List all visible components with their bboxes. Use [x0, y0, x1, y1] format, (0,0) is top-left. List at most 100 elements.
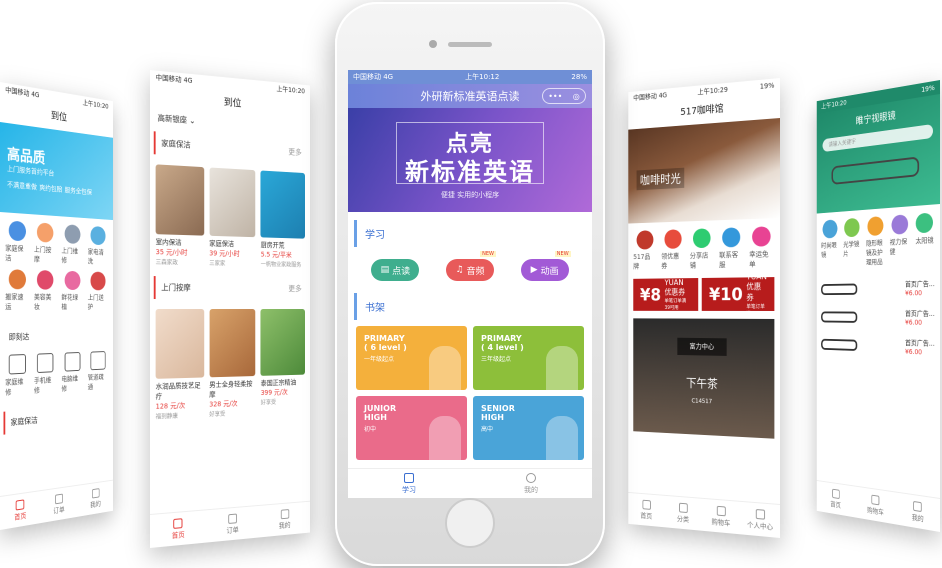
glasses-banner[interactable]: 睢宁视眼镜 请输入关键字	[817, 94, 940, 214]
category-label: 上门维修	[61, 246, 83, 266]
service-photo	[261, 170, 305, 238]
shop-name: 福到静康	[156, 410, 204, 421]
tab-label: 订单	[226, 524, 238, 535]
category-item[interactable]: 家庭保洁	[5, 220, 29, 264]
book-primary-6[interactable]: PRIMARY( 6 level ) 一年级起点	[356, 326, 467, 390]
tab-label: 我的	[524, 485, 538, 495]
more-link[interactable]: 更多	[288, 284, 301, 294]
more-link[interactable]: 更多	[288, 147, 301, 158]
tab-cart[interactable]: 购物车	[855, 487, 896, 525]
tab-home[interactable]: 首页	[628, 493, 664, 527]
service-card[interactable]: 男士全身轻柔按摩 328 元/次 好享受	[209, 309, 255, 418]
quick-label: 手机维修	[34, 375, 57, 396]
category-item[interactable]: 隐形眼镜及护理用品	[866, 216, 885, 267]
service-card[interactable]: 水润品质技艺足疗 128 元/次 福到静康	[156, 309, 204, 421]
tab-bar: 首页 分类 购物车 个人中心	[628, 492, 780, 538]
feature-item[interactable]: 517品牌	[633, 230, 656, 271]
lens-icon	[845, 218, 860, 238]
coffee-banner[interactable]: 咖啡时光	[628, 118, 780, 224]
tab-label: 我的	[90, 499, 101, 510]
banner-tagline: 便捷 实用的小程序	[348, 190, 592, 200]
tab-home[interactable]: 首页	[0, 491, 40, 530]
close-icon[interactable]: ◎	[573, 92, 580, 101]
section-title: 家庭保洁 更多	[154, 131, 307, 164]
feature-item[interactable]: 幸运免单	[749, 226, 774, 269]
category-item[interactable]: 光学镜片	[843, 218, 861, 268]
section-title: 家庭保洁	[4, 403, 111, 435]
service-card[interactable]: 家庭保洁 39 元/小时 三家家	[209, 167, 255, 267]
tab-mine[interactable]: 我的	[78, 481, 113, 517]
more-icon[interactable]: •••	[548, 92, 562, 101]
mini-program-capsule[interactable]: ••• ◎	[542, 88, 586, 104]
product-row[interactable]: 首页广告... ¥6.00	[817, 303, 940, 333]
frame-image	[821, 339, 857, 351]
hero-banner[interactable]: 点亮 新标准英语 便捷 实用的小程序	[348, 108, 592, 212]
service-card[interactable]: 室内保洁 35 元/小时 三森家政	[156, 164, 204, 267]
category-item[interactable]: 视力保健	[890, 214, 910, 266]
quick-item[interactable]: 家庭维修	[5, 354, 29, 398]
tab-profile[interactable]: 个人中心	[740, 502, 780, 538]
tab-home[interactable]: 首页	[817, 481, 855, 518]
tab-mine[interactable]: 我的	[470, 469, 592, 498]
quick-item[interactable]: 电脑维修	[61, 352, 83, 394]
computer-icon	[64, 352, 80, 372]
banner-line2: 新标准英语	[348, 152, 592, 187]
coupon-label: 优惠券	[746, 281, 766, 303]
share-icon	[693, 228, 711, 248]
student-photo	[429, 416, 461, 460]
book-senior-high[interactable]: SENIOR HIGH 高中	[473, 396, 584, 460]
tab-category[interactable]: 分类	[664, 496, 701, 531]
home-clean-icon	[9, 221, 26, 242]
service-card[interactable]: 厨房开荒 5.5 元/平米 一帆物业家政服务	[261, 170, 305, 268]
button-label: 点读	[392, 264, 410, 277]
tab-cart[interactable]: 购物车	[702, 499, 740, 535]
category-item[interactable]: 上门按摩	[34, 222, 57, 265]
book-icon: ▤	[381, 265, 390, 275]
carrier-text: 中国移动 4G	[156, 73, 193, 86]
tab-mine[interactable]: 我的	[259, 502, 310, 538]
audio-button[interactable]: NEW ♫ 音频	[446, 259, 494, 281]
quick-item[interactable]: 管道疏通	[88, 351, 109, 392]
quick-item[interactable]: 手机维修	[34, 353, 57, 396]
category-item[interactable]: 上门维修	[61, 224, 83, 266]
feature-label: 517品牌	[633, 252, 656, 271]
feature-item[interactable]: 联系客服	[719, 227, 744, 270]
product-price: ¥6.00	[905, 289, 935, 297]
book-primary-4[interactable]: PRIMARY( 4 level ) 三年级起点	[473, 326, 584, 390]
service-icon	[722, 227, 740, 247]
coupon-card[interactable]: ¥8 YUAN 优惠券 单笔订单满39可用	[633, 278, 698, 311]
frame-image	[821, 311, 857, 322]
tab-mine[interactable]: 我的	[896, 493, 940, 532]
product-row[interactable]: 首页广告... ¥6.00	[817, 330, 940, 363]
product-row[interactable]: 首页广告... ¥6.00	[817, 273, 940, 303]
tab-home[interactable]: 首页	[150, 510, 206, 548]
category-item[interactable]: 鲜花绿植	[61, 271, 83, 312]
animation-button[interactable]: NEW ▶ 动画	[521, 259, 569, 281]
tab-orders[interactable]: 订单	[206, 506, 259, 543]
category-item[interactable]: 搬家速运	[5, 269, 29, 312]
read-button[interactable]: ▤ 点读	[371, 259, 419, 281]
coffee-app-panel: 中国移动 4G 上午10:29 19% 517咖啡馆 咖啡时光 517品牌 领优…	[628, 78, 780, 538]
section-title: 上门按摩 更多	[154, 276, 307, 300]
contact-lens-icon	[867, 216, 883, 236]
quick-label: 家庭维修	[5, 376, 29, 397]
book-junior-high[interactable]: JUNIOR HIGH 初中	[356, 396, 467, 460]
promo-banner[interactable]: 高品质 上门服务首约平台 不满意重做 爽约包赔 服务全包保	[0, 122, 113, 220]
category-label: 视力保健	[890, 237, 910, 257]
category-item[interactable]: 美容美妆	[34, 270, 57, 312]
tab-orders[interactable]: 订单	[40, 486, 78, 523]
category-item[interactable]: 太阳镜	[914, 212, 934, 265]
banner-text: 咖啡时光	[637, 168, 685, 191]
coupon-card[interactable]: ¥10 YUAN 优惠券 单笔订单满49可用	[702, 277, 774, 311]
home-button[interactable]	[445, 498, 495, 548]
feature-card[interactable]: 富力中心 下午茶 C14517	[633, 318, 774, 438]
category-item[interactable]: 家电清洗	[88, 226, 109, 267]
tab-study[interactable]: 学习	[348, 469, 470, 498]
coupon-cond: 单笔订单满49可用	[746, 303, 766, 317]
feature-item[interactable]: 领优惠券	[661, 229, 684, 271]
service-card[interactable]: 泰国正宗精油 399 元/次 好享受	[261, 309, 305, 416]
category-item[interactable]: 上门送护	[88, 271, 109, 311]
play-icon: ▶	[531, 265, 538, 275]
category-item[interactable]: 时尚眼镜	[821, 219, 838, 268]
feature-item[interactable]: 分享店铺	[690, 228, 714, 270]
